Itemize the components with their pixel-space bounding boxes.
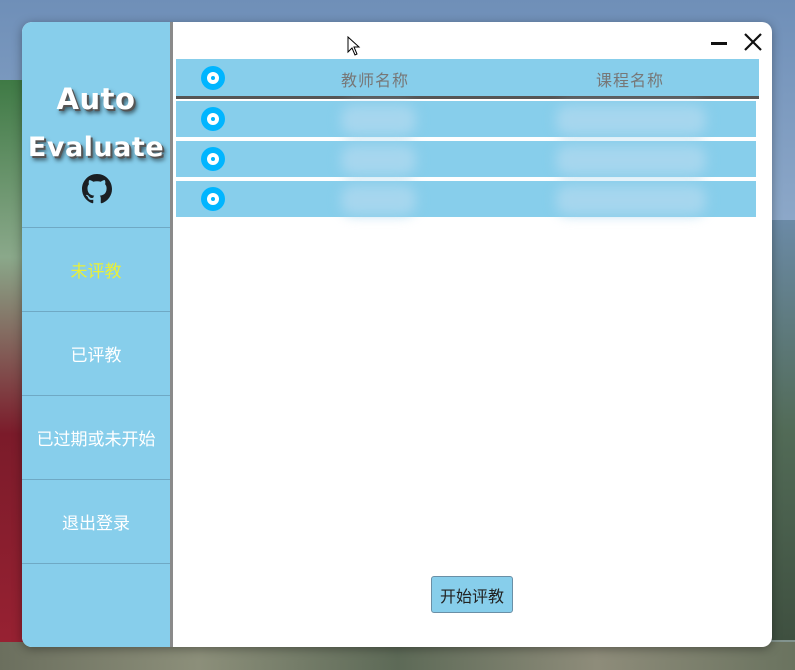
course-name-cell [556,105,706,135]
row-select-radio[interactable] [201,107,225,131]
column-header-course: 课程名称 [596,71,665,90]
course-name-cell [556,145,706,175]
table-row[interactable] [176,181,756,217]
select-all-radio[interactable] [201,66,225,90]
nav-item-logout[interactable]: 退出登录 [22,479,170,564]
nav-item-label: 未评教 [70,262,122,282]
teacher-name-cell [341,105,416,135]
nav-item-evaluated[interactable]: 已评教 [22,311,170,395]
main-panel: 教师名称 课程名称 开始评教 [173,22,772,647]
close-button[interactable] [742,31,764,55]
app-logo: Auto Evaluate [22,22,170,227]
row-select-radio[interactable] [201,187,225,211]
logo-line-auto: Auto [56,82,136,116]
teacher-name-cell [341,145,416,175]
teacher-name-cell [341,185,416,215]
start-evaluation-button[interactable]: 开始评教 [431,576,513,613]
sidebar: Auto Evaluate 未评教 已评教 已过期或未开始 退出登录 [22,22,173,647]
column-header-teacher: 教师名称 [341,71,410,90]
nav-item-label: 已过期或未开始 [36,430,156,450]
nav-item-label: 已评教 [70,346,122,366]
minimize-button[interactable] [708,32,730,54]
course-name-cell [556,185,706,215]
table-row[interactable] [176,141,756,177]
nav-item-label: 退出登录 [62,514,130,534]
mouse-cursor-icon [347,36,361,56]
nav-item-expired-or-not-started[interactable]: 已过期或未开始 [22,395,170,479]
row-select-radio[interactable] [201,147,225,171]
close-icon [744,33,762,51]
github-icon[interactable] [82,174,112,204]
table-header: 教师名称 课程名称 [176,59,759,99]
logo-line-evaluate: Evaluate [27,132,165,163]
table-row[interactable] [176,101,756,137]
nav-item-not-evaluated[interactable]: 未评教 [22,227,170,311]
app-window: Auto Evaluate 未评教 已评教 已过期或未开始 退出登录 教师名称 … [22,22,772,647]
